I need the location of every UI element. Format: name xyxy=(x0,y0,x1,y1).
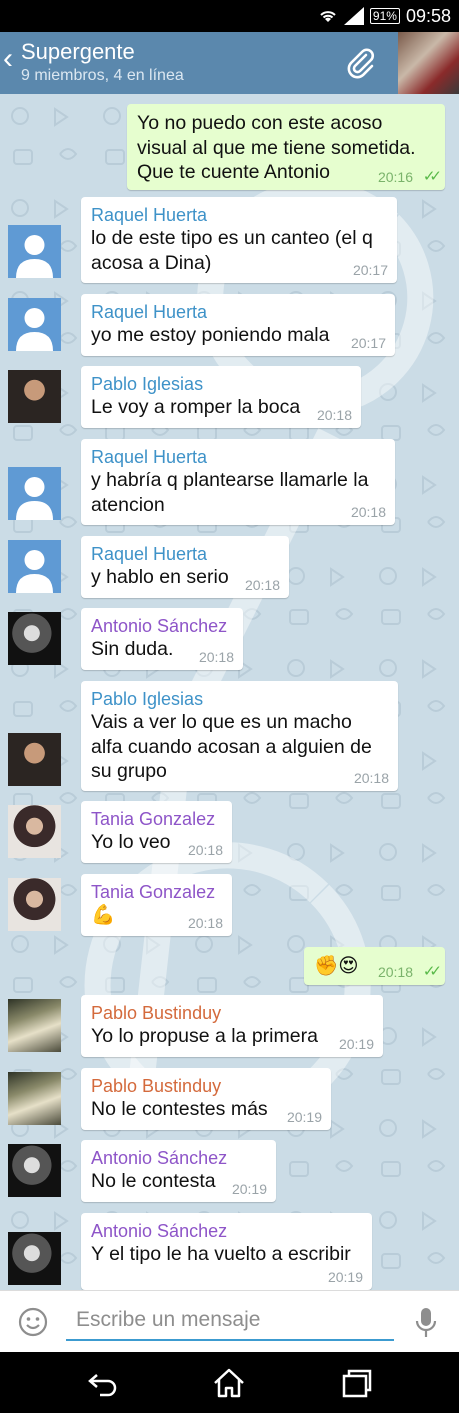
message-time: 20:17 xyxy=(350,335,386,351)
message-text: Vais a ver lo que es un macho alfa cuand… xyxy=(91,711,378,782)
message-time: 20:19 xyxy=(231,1181,267,1197)
home-icon[interactable] xyxy=(212,1366,246,1400)
avatar[interactable] xyxy=(8,467,61,520)
avatar[interactable] xyxy=(8,878,61,931)
sender-name[interactable]: Raquel Huerta xyxy=(91,204,387,226)
avatar[interactable] xyxy=(8,1144,61,1197)
incoming-message[interactable]: Tania Gonzalez 💪 20:18 xyxy=(81,874,232,936)
incoming-message[interactable]: Pablo Bustinduy Yo lo propuse a la primer… xyxy=(81,995,383,1057)
avatar[interactable] xyxy=(8,612,61,665)
sender-name[interactable]: Antonio Sánchez xyxy=(91,1220,362,1242)
default-avatar-icon xyxy=(16,308,53,351)
message-input[interactable] xyxy=(66,1301,394,1341)
read-checks-icon: ✓✓ xyxy=(422,168,442,185)
battery-level: 91% xyxy=(372,9,397,23)
default-avatar-icon xyxy=(16,477,53,520)
avatar[interactable] xyxy=(8,1232,61,1285)
message-time: 20:18 xyxy=(187,915,223,931)
avatar[interactable] xyxy=(8,298,61,351)
back-icon[interactable]: ‹ xyxy=(3,44,19,74)
sender-name[interactable]: Antonio Sánchez xyxy=(91,615,233,637)
mic-icon[interactable] xyxy=(414,1307,438,1339)
outgoing-message[interactable]: ✊😍 20:18 ✓✓ xyxy=(304,947,445,985)
message-time: 20:17 xyxy=(352,262,388,278)
wifi-icon xyxy=(320,11,336,22)
sender-name[interactable]: Antonio Sánchez xyxy=(91,1147,266,1169)
message-text: ✊😍 xyxy=(314,955,359,977)
message-text: yo me estoy poniendo mala xyxy=(91,324,330,346)
message-time: 20:18 xyxy=(377,964,413,980)
message-time: 20:18 xyxy=(198,649,234,665)
incoming-message[interactable]: Pablo Bustinduy No le contestes más 20:19 xyxy=(81,1068,331,1130)
sender-name[interactable]: Tania Gonzalez xyxy=(91,808,222,830)
incoming-message[interactable]: Raquel Huerta lo de este tipo es un cante… xyxy=(81,197,397,283)
default-avatar-icon xyxy=(16,550,53,593)
default-avatar-icon xyxy=(16,235,53,278)
avatar[interactable] xyxy=(8,370,61,423)
message-time: 20:19 xyxy=(286,1109,322,1125)
battery-icon: 91% xyxy=(369,8,400,24)
avatar[interactable] xyxy=(8,999,61,1052)
attach-icon[interactable] xyxy=(344,46,378,80)
sender-name[interactable]: Pablo Bustinduy xyxy=(91,1002,373,1024)
message-time: 20:18 xyxy=(187,842,223,858)
message-text: Le voy a romper la boca xyxy=(91,396,301,418)
incoming-message[interactable]: Antonio Sánchez Sin duda. 20:18 xyxy=(81,608,243,670)
sender-name[interactable]: Pablo Iglesias xyxy=(91,373,351,395)
avatar[interactable] xyxy=(8,540,61,593)
avatar[interactable] xyxy=(8,805,61,858)
avatar[interactable] xyxy=(8,225,61,278)
message-time: 20:18 xyxy=(244,577,280,593)
group-title[interactable]: Supergente xyxy=(21,39,135,65)
message-text: Yo lo propuse a la primera xyxy=(91,1025,318,1047)
sender-name[interactable]: Pablo Iglesias xyxy=(91,688,388,710)
incoming-message[interactable]: Antonio Sánchez No le contesta 20:19 xyxy=(81,1140,276,1202)
sender-name[interactable]: Pablo Bustinduy xyxy=(91,1075,321,1097)
message-list[interactable]: Yo no puedo con este acoso visual al que… xyxy=(0,94,459,1290)
sender-name[interactable]: Tania Gonzalez xyxy=(91,881,222,903)
incoming-message[interactable]: Tania Gonzalez Yo lo veo 20:18 xyxy=(81,801,232,863)
sender-name[interactable]: Raquel Huerta xyxy=(91,301,385,323)
incoming-message[interactable]: Antonio Sánchez Y el tipo le ha vuelto a … xyxy=(81,1213,372,1290)
status-bar: 91% 09:58 xyxy=(0,0,459,32)
sender-name[interactable]: Raquel Huerta xyxy=(91,446,385,468)
message-text: Y el tipo le ha vuelto a escribir xyxy=(91,1243,351,1265)
message-time: 20:19 xyxy=(338,1036,374,1052)
incoming-message[interactable]: Pablo Iglesias Le voy a romper la boca 20:… xyxy=(81,366,361,428)
avatar[interactable] xyxy=(8,733,61,786)
incoming-message[interactable]: Raquel Huerta yo me estoy poniendo mala 20… xyxy=(81,294,395,356)
message-time: 20:16 xyxy=(377,169,413,185)
avatar[interactable] xyxy=(8,1072,61,1125)
back-nav-icon[interactable] xyxy=(86,1366,120,1400)
nav-bar xyxy=(0,1352,459,1413)
message-text: lo de este tipo es un canteo (el q acosa… xyxy=(91,227,379,274)
message-time: 20:19 xyxy=(327,1269,363,1285)
message-time: 20:18 xyxy=(316,407,352,423)
message-time: 20:18 xyxy=(353,770,389,786)
outgoing-message[interactable]: Yo no puedo con este acoso visual al que… xyxy=(127,104,445,190)
clock: 09:58 xyxy=(405,5,451,26)
chat-header: ‹ Supergente 9 miembros, 4 en línea xyxy=(0,32,459,94)
message-text: y habría q plantearse llamarle la atenci… xyxy=(91,469,374,516)
read-checks-icon: ✓✓ xyxy=(422,963,442,980)
incoming-message[interactable]: Raquel Huerta y hablo en serio 20:18 xyxy=(81,536,289,598)
signal-icon xyxy=(343,7,364,25)
sender-name[interactable]: Raquel Huerta xyxy=(91,543,279,565)
group-subtitle: 9 miembros, 4 en línea xyxy=(21,67,184,84)
group-photo[interactable] xyxy=(398,32,459,94)
message-time: 20:18 xyxy=(350,504,386,520)
emoji-icon[interactable] xyxy=(18,1307,48,1337)
recent-apps-icon[interactable] xyxy=(340,1366,374,1400)
incoming-message[interactable]: Raquel Huerta y habría q plantearse llama… xyxy=(81,439,395,525)
composer xyxy=(0,1290,459,1352)
incoming-message[interactable]: Pablo Iglesias Vais a ver lo que es un ma… xyxy=(81,681,398,791)
